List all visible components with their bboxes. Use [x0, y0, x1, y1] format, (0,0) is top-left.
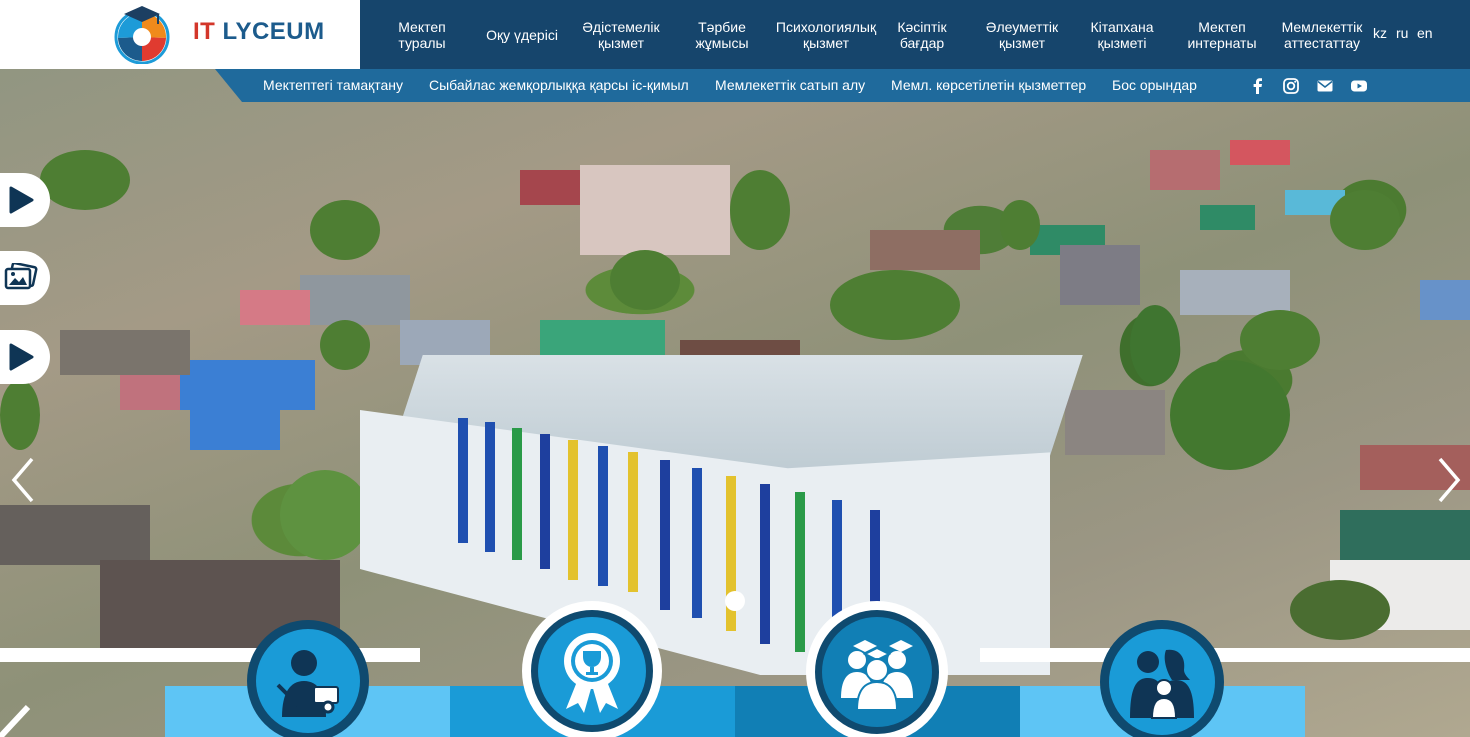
subnav-item-school-meals[interactable]: Мектептегі тамақтану [263, 77, 403, 93]
nav-label-line2: жұмысы [695, 34, 749, 51]
nav-label-line2: аттестаттау [1284, 34, 1360, 51]
instagram-icon[interactable] [1282, 77, 1300, 95]
slider-dot[interactable] [725, 591, 745, 611]
logo-icon [114, 6, 170, 64]
language-en[interactable]: en [1417, 25, 1433, 41]
nav-label-line1: Әлеуметтік [985, 18, 1059, 35]
nav-item-state-attestation[interactable]: Мемлекеттік аттестаттау [1278, 0, 1366, 69]
main-navigation: Мектеп туралы Оқу үдерісі Әдістемелік қызм… [360, 0, 1470, 69]
subnav-item-state-procurement[interactable]: Мемлекеттік сатып алу [715, 77, 865, 93]
envelope-icon[interactable] [1316, 77, 1334, 95]
youtube-icon[interactable] [1350, 77, 1368, 95]
decor-corner-triangle [0, 704, 31, 737]
hero-slider-image [0, 0, 1470, 737]
subnav-item-anti-corruption[interactable]: Сыбайлас жемқорлыққа қарсы іс-қимыл [429, 77, 689, 93]
nav-label-line1: Мектеп [1198, 18, 1246, 35]
nav-item-learning-process[interactable]: Оқу үдерісі [478, 0, 566, 69]
feature-circle-achievements[interactable] [522, 601, 662, 737]
play-icon [9, 343, 34, 371]
photo-gallery-icon [4, 263, 38, 290]
family-icon [1130, 649, 1194, 719]
feature-circle-graduates[interactable] [806, 601, 948, 737]
nav-label-line1: Әдістемелік [582, 18, 660, 35]
slider-next-arrow-icon[interactable] [1434, 455, 1464, 505]
nav-label-line1: Психологиялық [775, 18, 877, 35]
nav-item-school-boarding[interactable]: Мектеп интернаты [1182, 0, 1262, 69]
nav-label-line1: Мемлекеттік [1281, 18, 1363, 35]
nav-label-line1: Кітапхана [1090, 18, 1154, 35]
nav-label-line1: Мектеп [398, 18, 446, 35]
logo-text: IT LYCEUM [193, 18, 325, 46]
nav-item-library-service[interactable]: Кітапхана қызметі [1084, 0, 1160, 69]
nav-label-line2: қызмет [999, 34, 1045, 51]
nav-label-line1: Оқу үдерісі [486, 26, 558, 43]
subnav-item-vacancies[interactable]: Бос орындар [1112, 77, 1197, 93]
nav-label-line1: Тәрбие [698, 18, 746, 35]
teacher-icon [276, 650, 339, 717]
graduates-icon [841, 640, 913, 711]
play-icon [9, 186, 34, 214]
logo-text-lyceum: LYCEUM [222, 18, 325, 45]
nav-label-line2: бағдар [899, 34, 945, 51]
nav-label-line2: қызметі [1097, 34, 1147, 51]
nav-label-line2: қызмет [598, 34, 644, 51]
feature-circle-parents[interactable] [1100, 620, 1224, 737]
nav-item-social-service[interactable]: Әлеуметтік қызмет [976, 0, 1068, 69]
nav-item-career-guidance[interactable]: Кәсіптік бағдар [890, 0, 954, 69]
nav-label-line2: интернаты [1187, 34, 1257, 51]
logo-area[interactable]: IT LYCEUM [0, 0, 360, 69]
nav-item-methodical-service[interactable]: Әдістемелік қызмет [578, 0, 664, 69]
language-kz[interactable]: kz [1373, 25, 1387, 41]
nav-label-line2: туралы [398, 34, 446, 51]
nav-label-line2: қызмет [803, 34, 849, 51]
award-icon [564, 633, 620, 713]
language-ru[interactable]: ru [1396, 25, 1408, 41]
feature-circle-teachers[interactable] [247, 620, 369, 737]
secondary-navigation: Мектептегі тамақтану Сыбайлас жемқорлыққ… [215, 69, 1470, 102]
nav-item-upbringing-work[interactable]: Тәрбие жұмысы [686, 0, 758, 69]
subnav-item-public-services[interactable]: Мемл. көрсетілетін қызметтер [891, 77, 1086, 93]
slider-prev-arrow-icon[interactable] [8, 455, 38, 505]
decor-line [980, 648, 1470, 662]
nav-label-line1: Кәсіптік [897, 18, 947, 35]
nav-item-about-school[interactable]: Мектеп туралы [388, 0, 456, 69]
logo-text-it: IT [193, 18, 216, 45]
facebook-icon[interactable] [1249, 77, 1267, 95]
nav-item-psychological-service[interactable]: Психологиялық қызмет [772, 0, 880, 69]
